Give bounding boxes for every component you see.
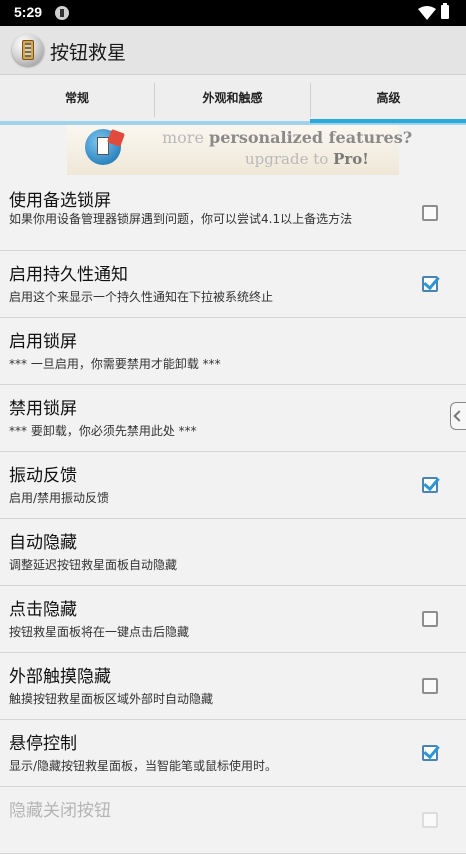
- pro-app-icon: [85, 129, 121, 165]
- promo-text-upgrade: upgrade to: [245, 150, 334, 168]
- app-bar: 按钮救星: [0, 26, 466, 75]
- setting-title: 自动隐藏: [9, 533, 77, 553]
- setting-subtitle: 按钮救星面板将在一键点击后隐藏: [9, 625, 190, 639]
- floating-panel-handle[interactable]: [450, 402, 466, 430]
- setting-disable-lock[interactable]: 禁用锁屏 *** 要卸载，你必须先禁用此处 ***: [0, 385, 466, 452]
- persistent-notification-checkbox[interactable]: [422, 276, 438, 292]
- tab-bar: 常规 外观和触感 高级: [0, 75, 466, 125]
- setting-enable-lock[interactable]: 启用锁屏 *** 一旦启用，你需要禁用才能卸载 ***: [0, 318, 466, 385]
- setting-hide-close-button: 隐藏关闭按钮: [0, 787, 466, 854]
- setting-subtitle: 显示/隐藏按钮救星面板，当智能笔或鼠标使用时。: [9, 759, 278, 773]
- promo-text-features: personalized features?: [209, 128, 413, 147]
- setting-alternate-lock[interactable]: 使用备选锁屏 如果你用设备管理器锁屏遇到问题，你可以尝试4.1以上备选方法: [0, 177, 466, 251]
- battery-icon: [441, 3, 449, 19]
- setting-title: 启用锁屏: [9, 332, 77, 352]
- setting-subtitle: 启用/禁用振动反馈: [9, 491, 110, 505]
- setting-title: 隐藏关闭按钮: [9, 801, 111, 821]
- promo-text-more: more: [162, 128, 210, 147]
- status-time: 5:29: [14, 4, 43, 20]
- tab-advanced[interactable]: 高级: [311, 75, 466, 121]
- promo-text-pro: Pro!: [333, 150, 369, 168]
- setting-subtitle: 调整延迟按钮救星面板自动隐藏: [9, 558, 178, 572]
- hover-control-checkbox[interactable]: [422, 745, 438, 761]
- setting-persistent-notification[interactable]: 启用持久性通知 启用这个来显示一个持久性通知在下拉被系统终止: [0, 251, 466, 318]
- vibration-feedback-checkbox[interactable]: [422, 477, 438, 493]
- outside-touch-hide-checkbox[interactable]: [422, 678, 438, 694]
- setting-subtitle: *** 要卸载，你必须先禁用此处 ***: [9, 424, 197, 438]
- setting-title: 振动反馈: [9, 466, 77, 486]
- wifi-icon: [418, 6, 436, 20]
- setting-title: 悬停控制: [9, 734, 77, 754]
- setting-vibration-feedback[interactable]: 振动反馈 启用/禁用振动反馈: [0, 452, 466, 519]
- hide-close-button-checkbox: [422, 812, 438, 828]
- setting-title: 外部触摸隐藏: [9, 667, 111, 687]
- setting-click-hide[interactable]: 点击隐藏 按钮救星面板将在一键点击后隐藏: [0, 586, 466, 653]
- setting-title: 点击隐藏: [9, 600, 77, 620]
- upgrade-promo-banner[interactable]: more personalized features? upgrade to P…: [67, 125, 412, 175]
- settings-list: 使用备选锁屏 如果你用设备管理器锁屏遇到问题，你可以尝试4.1以上备选方法 启用…: [0, 177, 466, 854]
- setting-title: 启用持久性通知: [9, 265, 128, 285]
- notification-icon: [55, 6, 69, 20]
- setting-hover-control[interactable]: 悬停控制 显示/隐藏按钮救星面板，当智能笔或鼠标使用时。: [0, 720, 466, 787]
- promo-subline: upgrade to Pro!: [245, 150, 369, 168]
- app-title: 按钮救星: [50, 42, 127, 64]
- setting-subtitle: 触摸按钮救星面板区域外部时自动隐藏: [9, 692, 214, 706]
- click-hide-checkbox[interactable]: [422, 611, 438, 627]
- app-logo-icon: [12, 34, 44, 66]
- tab-general[interactable]: 常规: [0, 75, 154, 121]
- alternate-lock-checkbox[interactable]: [422, 205, 438, 221]
- setting-subtitle: 如果你用设备管理器锁屏遇到问题，你可以尝试4.1以上备选方法: [9, 212, 353, 226]
- tab-active-indicator: [310, 119, 466, 123]
- tab-appearance[interactable]: 外观和触感: [155, 75, 310, 121]
- setting-title: 使用备选锁屏: [9, 191, 111, 211]
- promo-headline: more personalized features?: [162, 128, 412, 147]
- setting-auto-hide[interactable]: 自动隐藏 调整延迟按钮救星面板自动隐藏: [0, 519, 466, 586]
- setting-subtitle: *** 一旦启用，你需要禁用才能卸载 ***: [9, 357, 221, 371]
- setting-outside-touch-hide[interactable]: 外部触摸隐藏 触摸按钮救星面板区域外部时自动隐藏: [0, 653, 466, 720]
- setting-title: 禁用锁屏: [9, 399, 77, 419]
- setting-subtitle: 启用这个来显示一个持久性通知在下拉被系统终止: [9, 290, 274, 304]
- status-bar: 5:29: [0, 0, 466, 26]
